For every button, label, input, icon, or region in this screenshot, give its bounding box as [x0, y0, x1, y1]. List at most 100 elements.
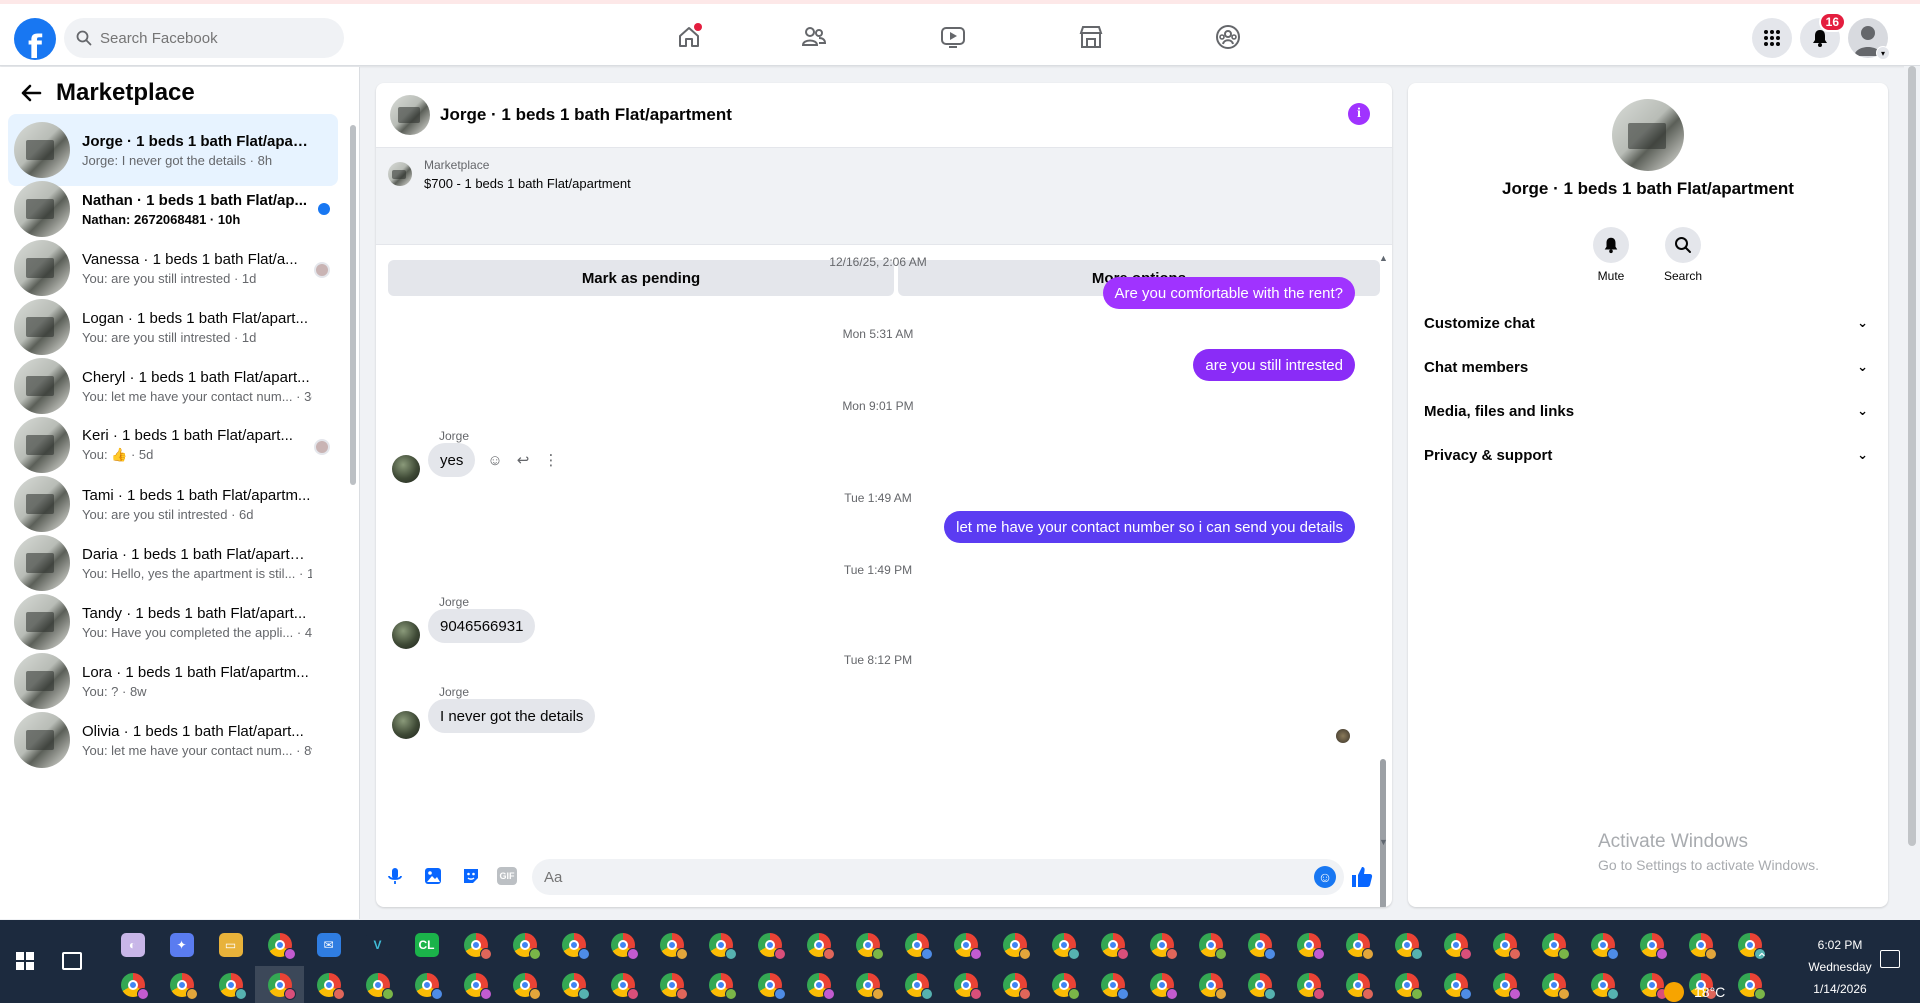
scroll-down-arrow-icon[interactable]: ▼	[1379, 837, 1388, 847]
incoming-message[interactable]: yes	[428, 443, 476, 477]
copilot-app-button[interactable]: ✦	[157, 926, 206, 964]
search-box[interactable]	[64, 18, 344, 58]
chrome-window-button[interactable]	[304, 966, 353, 1003]
chat-scrollbar[interactable]: ▲ ▼	[1378, 253, 1388, 907]
video-tab[interactable]	[938, 22, 968, 52]
sidebar-scrollbar-thumb[interactable]	[350, 125, 356, 485]
outgoing-message[interactable]: are you still intrested	[1193, 349, 1355, 381]
chrome-window-button[interactable]	[500, 926, 549, 964]
cl-app-button[interactable]: CL	[402, 926, 451, 964]
chrome-window-button[interactable]	[108, 966, 157, 1003]
chrome-window-button[interactable]	[696, 966, 745, 1003]
teams-app-button[interactable]: ✉	[304, 926, 353, 964]
system-clock[interactable]: 6:02 PM Wednesday 1/14/2026	[1790, 934, 1890, 1003]
chrome-window-button[interactable]	[451, 966, 500, 1003]
chrome-window-button[interactable]	[1088, 966, 1137, 1003]
chrome-window-button[interactable]	[1235, 966, 1284, 1003]
listing-thumbnail[interactable]	[390, 95, 430, 135]
chrome-window-button[interactable]	[1235, 926, 1284, 964]
chrome-window-button[interactable]	[1333, 926, 1382, 964]
listing-avatar[interactable]	[1612, 99, 1684, 171]
sender-avatar[interactable]	[392, 711, 420, 739]
sidebar-scrollbar[interactable]	[349, 117, 357, 917]
more-vertical-icon[interactable]: ⋮	[542, 451, 560, 469]
outgoing-message[interactable]: let me have your contact number so i can…	[944, 511, 1355, 543]
chrome-window-button[interactable]	[696, 926, 745, 964]
chrome-window-button[interactable]	[941, 966, 990, 1003]
react-emoji-icon[interactable]: ☺	[486, 451, 504, 469]
chevron-down-icon[interactable]: ▾	[1876, 46, 1890, 60]
listing-title[interactable]: $700 - 1 beds 1 bath Flat/apartment	[424, 176, 631, 191]
photos-app-button[interactable]: ◐	[108, 926, 157, 964]
voice-clip-button[interactable]	[384, 865, 406, 887]
chat-members-section[interactable]: Chat members ⌄	[1424, 345, 1872, 389]
gif-button[interactable]: GIF	[496, 865, 518, 887]
sticker-button[interactable]	[460, 865, 482, 887]
emoji-icon[interactable]: ☺	[1314, 866, 1336, 888]
chrome-window-button[interactable]	[1186, 966, 1235, 1003]
chrome-window-button[interactable]	[1578, 966, 1627, 1003]
outgoing-message[interactable]: Are you comfortable with the rent?	[1102, 277, 1355, 309]
chevron-up-icon[interactable]: ⌃	[1756, 950, 1768, 1003]
chrome-window-button[interactable]	[598, 966, 647, 1003]
chrome-window-button[interactable]	[990, 926, 1039, 964]
reply-icon[interactable]: ↩	[514, 451, 532, 469]
chrome-window-button[interactable]	[843, 926, 892, 964]
chat-title[interactable]: Jorge · 1 beds 1 bath Flat/apartment	[440, 105, 732, 125]
chrome-window-button[interactable]	[647, 926, 696, 964]
info-icon[interactable]: i	[1348, 103, 1370, 125]
sender-avatar[interactable]	[392, 455, 420, 483]
chrome-window-button[interactable]	[745, 966, 794, 1003]
files-app-button[interactable]: ▭	[206, 926, 255, 964]
chrome-window-button[interactable]	[1529, 966, 1578, 1003]
chrome-window-button[interactable]	[1284, 966, 1333, 1003]
notification-center-icon[interactable]	[1880, 950, 1900, 968]
chrome-window-button[interactable]	[892, 966, 941, 1003]
menu-button[interactable]	[1752, 18, 1792, 58]
chrome-window-button[interactable]	[500, 966, 549, 1003]
search-in-conversation-button[interactable]: Search	[1653, 227, 1713, 283]
chrome-window-button[interactable]	[892, 926, 941, 964]
chrome-window-button[interactable]	[255, 926, 304, 964]
chrome-window-button[interactable]	[206, 966, 255, 1003]
chrome-window-button[interactable]	[1137, 926, 1186, 964]
chrome-window-button[interactable]	[794, 966, 843, 1003]
conversation-item[interactable]: Olivia · 1 beds 1 bath Flat/apart... You:…	[8, 704, 338, 776]
chrome-window-button[interactable]	[549, 966, 598, 1003]
sender-avatar[interactable]	[392, 621, 420, 649]
notifications-button[interactable]: 16	[1800, 12, 1846, 58]
customize-chat-section[interactable]: Customize chat ⌄	[1424, 301, 1872, 345]
windows-start-icon[interactable]	[16, 952, 34, 970]
back-arrow-icon[interactable]	[18, 80, 44, 106]
friends-tab[interactable]	[799, 22, 829, 52]
media-files-links-section[interactable]: Media, files and links ⌄	[1424, 389, 1872, 433]
chrome-window-button[interactable]	[1480, 966, 1529, 1003]
chrome-window-button[interactable]	[1578, 926, 1627, 964]
chrome-window-button[interactable]	[843, 966, 892, 1003]
chrome-window-button[interactable]	[1333, 966, 1382, 1003]
chrome-window-button[interactable]	[1137, 966, 1186, 1003]
page-scrollbar[interactable]	[1904, 66, 1920, 919]
chrome-window-button[interactable]	[1039, 926, 1088, 964]
chrome-window-button[interactable]	[1382, 926, 1431, 964]
home-tab[interactable]	[674, 22, 704, 52]
chrome-window-button[interactable]	[1039, 966, 1088, 1003]
privacy-support-section[interactable]: Privacy & support ⌄	[1424, 433, 1872, 477]
gaming-tab[interactable]	[1213, 22, 1243, 52]
chrome-window-button[interactable]	[1284, 926, 1333, 964]
vscode-app-button[interactable]: V	[353, 926, 402, 964]
thumbs-up-icon[interactable]	[1350, 865, 1374, 889]
chrome-window-button[interactable]	[157, 966, 206, 1003]
chrome-window-button[interactable]	[745, 926, 794, 964]
facebook-logo-icon[interactable]: f	[14, 18, 56, 60]
listing-small-thumbnail[interactable]	[388, 162, 412, 186]
weather-widget[interactable]: 18°C	[1664, 950, 1725, 1003]
chrome-window-button[interactable]	[647, 966, 696, 1003]
task-view-icon[interactable]	[62, 952, 82, 970]
incoming-message[interactable]: 9046566931	[428, 609, 536, 643]
mute-button[interactable]: Mute	[1581, 227, 1641, 283]
scroll-up-arrow-icon[interactable]: ▲	[1379, 253, 1388, 263]
chrome-window-button[interactable]	[1431, 966, 1480, 1003]
chrome-window-button[interactable]	[353, 966, 402, 1003]
chrome-window-button[interactable]	[1382, 966, 1431, 1003]
